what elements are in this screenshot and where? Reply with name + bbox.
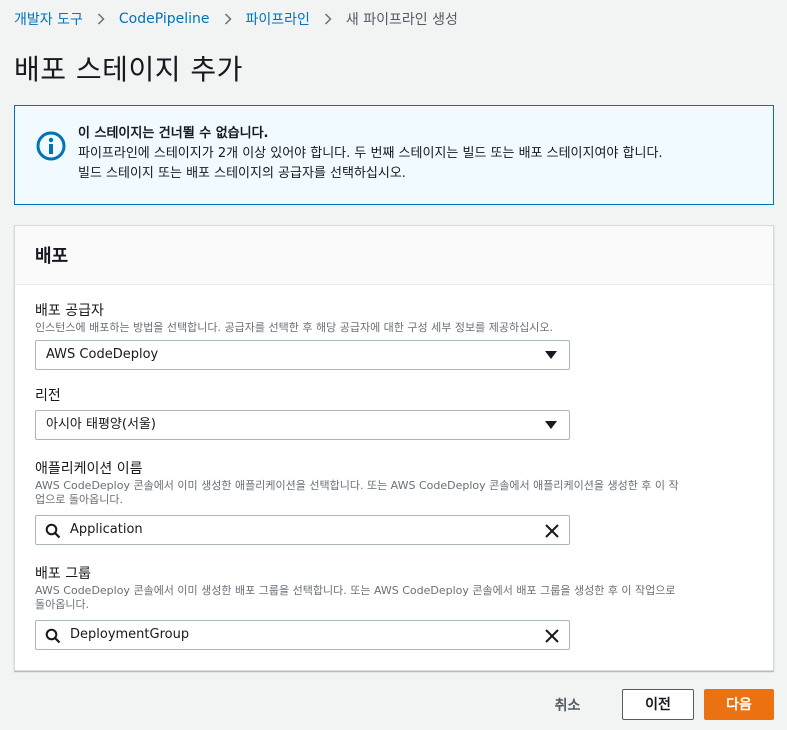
- application-name-input[interactable]: Application: [35, 515, 570, 545]
- region-field: 리전 아시아 태평양(서울): [35, 386, 755, 440]
- page-title: 배포 스테이지 추가: [14, 53, 243, 86]
- info-circle-icon: [35, 130, 67, 162]
- breadcrumb-pipelines[interactable]: 파이프라인: [246, 9, 310, 29]
- cancel-button[interactable]: 취소: [545, 695, 590, 715]
- application-name-field: 애플리케이션 이름 AWS CodeDeploy 콘솔에서 이미 생성한 애플리…: [35, 459, 755, 545]
- chevron-right-icon: [83, 12, 119, 27]
- application-name-description-line-2: 업으로 돌아옵니다.: [35, 493, 123, 506]
- deployment-group-description-line-2: 돌아옵니다.: [35, 598, 90, 611]
- deploy-provider-label: 배포 공급자: [35, 303, 104, 319]
- breadcrumb: 개발자 도구 CodePipeline 파이프라인 새 파이프라인 생성: [14, 9, 458, 29]
- deploy-provider-select[interactable]: AWS CodeDeploy: [35, 340, 570, 370]
- deployment-group-label: 배포 그룹: [35, 566, 91, 582]
- deploy-provider-field: 배포 공급자 인스턴스에 배포하는 방법을 선택합니다. 공급자를 선택한 후 …: [35, 301, 755, 370]
- region-label: 리전: [35, 388, 61, 404]
- chevron-right-icon: [310, 12, 346, 27]
- search-icon: [45, 627, 61, 644]
- close-icon[interactable]: [544, 627, 560, 643]
- search-icon: [45, 522, 61, 539]
- panel-header: 배포: [15, 226, 773, 285]
- previous-button[interactable]: 이전: [622, 689, 694, 720]
- alert-title: 이 스테이지는 건너뛸 수 없습니다.: [78, 126, 269, 141]
- caret-down-icon: [545, 421, 557, 429]
- deploy-panel: 배포 배포 공급자 인스턴스에 배포하는 방법을 선택합니다. 공급자를 선택한…: [14, 225, 774, 671]
- deployment-group-description-line-1: AWS CodeDeploy 콘솔에서 이미 생성한 배포 그룹을 선택합니다.…: [35, 584, 676, 597]
- deploy-provider-description: 인스턴스에 배포하는 방법을 선택합니다. 공급자를 선택한 후 해당 공급자에…: [35, 321, 553, 334]
- deployment-group-input[interactable]: DeploymentGroup: [35, 620, 570, 650]
- deploy-provider-value: AWS CodeDeploy: [46, 347, 159, 362]
- panel-title: 배포: [35, 246, 69, 267]
- caret-down-icon: [545, 351, 557, 359]
- application-name-label: 애플리케이션 이름: [35, 461, 143, 477]
- deployment-group-value: DeploymentGroup: [70, 627, 190, 642]
- deployment-group-field: 배포 그룹 AWS CodeDeploy 콘솔에서 이미 생성한 배포 그룹을 …: [35, 564, 755, 650]
- breadcrumb-codepipeline[interactable]: CodePipeline: [119, 11, 210, 27]
- region-value: 아시아 태평양(서울): [46, 417, 156, 432]
- next-button[interactable]: 다음: [704, 689, 774, 720]
- region-select[interactable]: 아시아 태평양(서울): [35, 410, 570, 440]
- application-name-description-line-1: AWS CodeDeploy 콘솔에서 이미 생성한 애플리케이션을 선택합니다…: [35, 479, 679, 492]
- alert-body: 이 스테이지는 건너뛸 수 없습니다. 파이프라인에 스테이지가 2개 이상 있…: [78, 124, 753, 184]
- close-icon[interactable]: [544, 522, 560, 538]
- breadcrumb-developer-tools[interactable]: 개발자 도구: [14, 9, 83, 29]
- info-alert: 이 스테이지는 건너뛸 수 없습니다. 파이프라인에 스테이지가 2개 이상 있…: [14, 105, 774, 205]
- alert-message-line-2: 빌드 스테이지 또는 배포 스테이지의 공급자를 선택하십시오.: [78, 166, 406, 181]
- alert-message-line-1: 파이프라인에 스테이지가 2개 이상 있어야 합니다. 두 번째 스테이지는 빌…: [78, 146, 663, 161]
- breadcrumb-current: 새 파이프라인 생성: [345, 12, 458, 28]
- application-name-value: Application: [70, 522, 143, 537]
- chevron-right-icon: [210, 12, 246, 27]
